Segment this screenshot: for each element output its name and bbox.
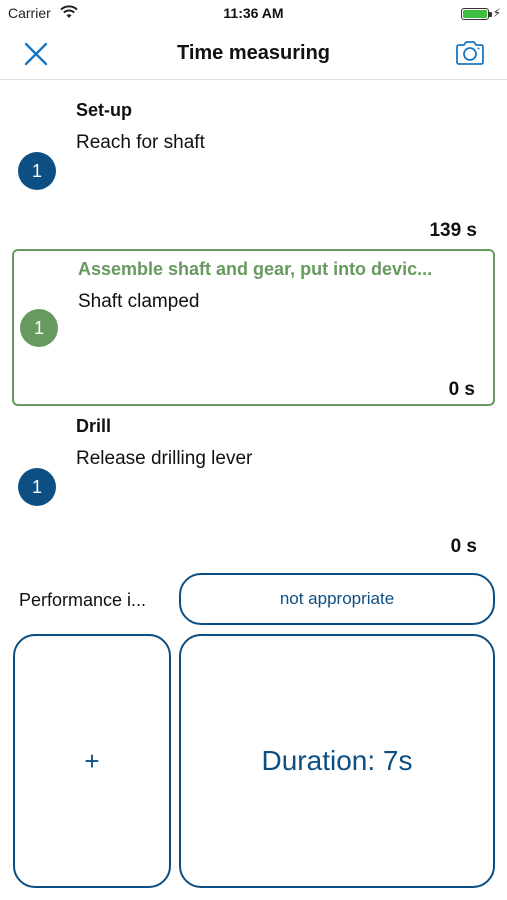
step-badge: 1 [18, 152, 56, 190]
step-description: Shaft clamped [78, 291, 200, 312]
camera-icon[interactable] [455, 40, 485, 66]
performance-label: Performance i... [19, 590, 147, 610]
duration-button[interactable]: Duration: 7s [179, 634, 495, 888]
status-bar: Carrier 11:36 AM ⚡ [0, 0, 507, 28]
page-title: Time measuring [176, 42, 331, 64]
step-badge: 1 [20, 309, 58, 347]
charging-icon: ⚡ [492, 6, 501, 20]
status-time: 11:36 AM [223, 5, 284, 21]
step-description: Release drilling lever [76, 448, 253, 469]
step-title: Drill [76, 416, 112, 436]
step-item[interactable]: Drill Release drilling lever 1 0 s [12, 408, 495, 558]
step-time: 0 s [448, 379, 475, 400]
step-time: 0 s [450, 536, 477, 557]
add-button[interactable]: + [13, 634, 171, 888]
step-badge: 1 [18, 468, 56, 506]
step-item[interactable]: Set-up Reach for shaft 1 139 s [12, 92, 495, 242]
battery-icon [461, 8, 492, 20]
step-item-active[interactable]: Assemble shaft and gear, put into devic.… [12, 249, 495, 406]
step-title: Assemble shaft and gear, put into devic.… [78, 259, 433, 279]
step-time: 139 s [429, 220, 477, 241]
step-title: Set-up [76, 100, 132, 120]
step-description: Reach for shaft [76, 132, 205, 153]
performance-select-button[interactable]: not appropriate [179, 573, 495, 625]
navigation-bar: Time measuring [0, 28, 507, 80]
